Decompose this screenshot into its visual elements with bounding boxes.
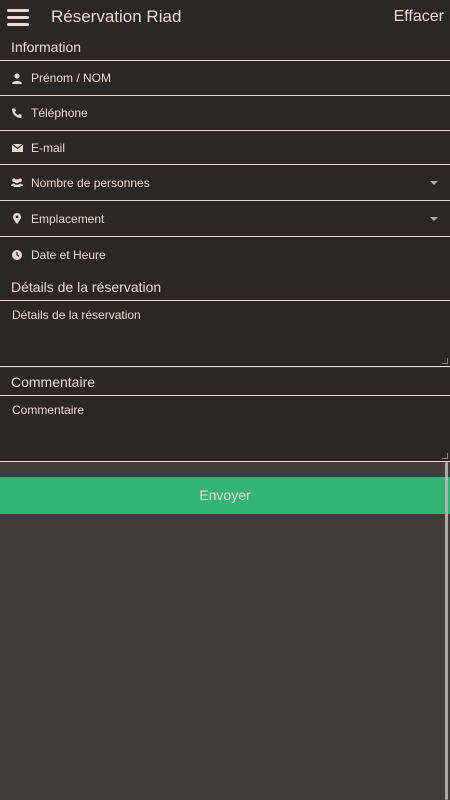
person-icon (11, 72, 23, 84)
phone-placeholder: Téléphone (31, 106, 88, 120)
clock-icon (11, 249, 23, 261)
details-placeholder: Détails de la réservation (12, 308, 141, 322)
people-placeholder: Nombre de personnes (31, 175, 150, 190)
envelope-icon (11, 142, 23, 154)
location-placeholder: Emplacement (31, 211, 105, 226)
name-field[interactable]: Prénom / NOM (0, 61, 450, 96)
details-textarea[interactable]: Détails de la réservation (0, 301, 450, 367)
section-comment: Commentaire (0, 368, 450, 396)
chevron-down-icon (430, 180, 438, 185)
page-title: Réservation Riad (51, 7, 182, 26)
app-screen: Réservation Riad Effacer Information Pré… (0, 0, 450, 800)
people-select[interactable]: Nombre de personnes (0, 165, 450, 201)
scrollbar[interactable] (445, 462, 448, 800)
section-details: Détails de la réservation (0, 273, 450, 301)
email-placeholder: E-mail (31, 140, 66, 155)
phone-icon (11, 107, 23, 119)
email-field[interactable]: E-mail (0, 131, 450, 165)
location-select[interactable]: Emplacement (0, 201, 450, 237)
phone-field[interactable]: Téléphone (0, 96, 450, 131)
hamburger-menu-icon[interactable] (7, 9, 29, 26)
datetime-field[interactable]: Date et Heure (0, 237, 450, 273)
comment-placeholder: Commentaire (12, 403, 85, 417)
section-information: Information (0, 33, 450, 61)
comment-textarea[interactable]: Commentaire (0, 396, 450, 462)
chevron-down-icon (430, 216, 438, 221)
resize-grip-icon[interactable] (442, 453, 448, 459)
datetime-placeholder: Date et Heure (31, 248, 106, 262)
group-icon (11, 177, 23, 189)
name-placeholder: Prénom / NOM (31, 71, 112, 85)
app-header: Réservation Riad Effacer (0, 0, 450, 33)
submit-button[interactable]: Envoyer (0, 477, 450, 514)
resize-grip-icon[interactable] (442, 358, 448, 364)
clear-button[interactable]: Effacer (394, 8, 444, 26)
map-pin-icon (11, 213, 23, 225)
